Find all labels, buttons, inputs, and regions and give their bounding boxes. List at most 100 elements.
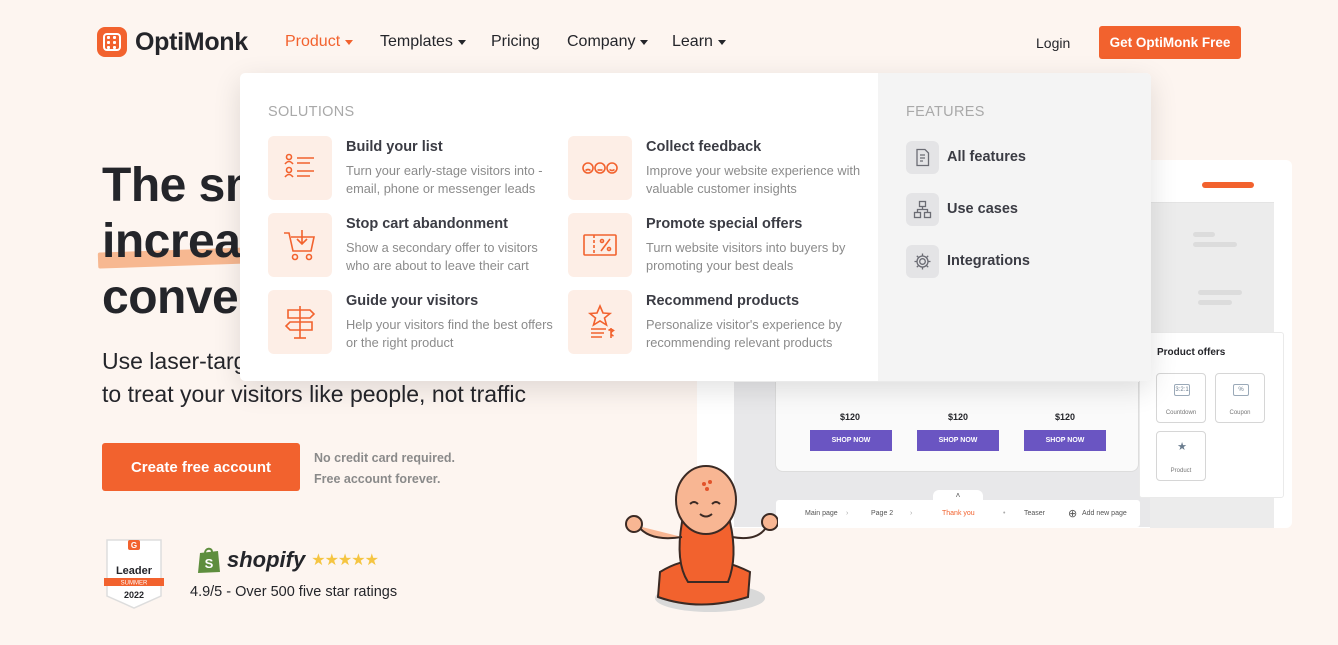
add-page-link[interactable]: Add new page	[1082, 510, 1127, 517]
gear-icon	[906, 244, 939, 278]
feedback-icon	[568, 136, 632, 200]
solution-promote-offers[interactable]: Promote special offers Turn website visi…	[568, 213, 868, 277]
product-offers-panel: Product offers 3:2:1 Countdown % Coupon …	[1139, 332, 1284, 498]
product-star-icon: ★	[1177, 441, 1187, 453]
features-heading: FEATURES	[906, 104, 985, 120]
page-tab[interactable]: Teaser	[1024, 510, 1045, 517]
feature-use-cases[interactable]: Use cases	[906, 192, 1018, 226]
coupon-icon: %	[1233, 384, 1249, 396]
create-account-button[interactable]: Create free account	[102, 443, 300, 491]
shop-now-button[interactable]: SHOP NOW	[1024, 430, 1106, 451]
star-rating: ★★★★★	[311, 552, 379, 569]
logo-text: OptiMonk	[135, 27, 248, 56]
countdown-icon: 3:2:1	[1174, 384, 1190, 396]
solution-recommend-products[interactable]: Recommend products Personalize visitor's…	[568, 290, 868, 354]
shop-now-button[interactable]: SHOP NOW	[810, 430, 892, 451]
feature-label: All features	[947, 149, 1026, 165]
solution-title: Stop cart abandonment	[346, 216, 508, 232]
offer-tile-label: Countdown	[1165, 410, 1197, 416]
nav-learn[interactable]: Learn	[672, 33, 726, 51]
solution-desc: Show a secondary offer to visitors who a…	[346, 240, 538, 273]
nav-pricing-label: Pricing	[491, 33, 540, 50]
page-tab-active[interactable]: Thank you	[942, 510, 975, 517]
solution-desc: Turn website visitors into buyers by pro…	[646, 240, 846, 273]
offer-tile-label: Coupon	[1229, 410, 1251, 416]
page-tabs-bar: Main page › Page 2 › Thank you • Teaser …	[776, 500, 1140, 527]
cta-note-line1: No credit card required.	[314, 451, 456, 465]
solution-stop-cart-abandonment[interactable]: Stop cart abandonment Show a secondary o…	[268, 213, 568, 277]
g2-leader-badge: G Leader SUMMER 2022	[104, 539, 164, 609]
chevron-right-icon: ›	[910, 510, 913, 517]
sitemap-icon	[906, 192, 939, 226]
solution-title: Promote special offers	[646, 216, 803, 232]
list-icon	[268, 136, 332, 200]
page-tab[interactable]: Page 2	[871, 510, 893, 517]
mock-line	[1193, 242, 1237, 247]
login-link[interactable]: Login	[1036, 35, 1070, 51]
monk-mascot-illustration	[625, 465, 778, 612]
offer-tile-countdown[interactable]: 3:2:1 Countdown	[1156, 373, 1206, 423]
mock-line	[1193, 232, 1215, 237]
badge-title: Leader	[116, 565, 153, 577]
feature-label: Integrations	[947, 253, 1030, 269]
nav-templates-label: Templates	[380, 33, 453, 50]
solution-title: Collect feedback	[646, 139, 762, 155]
cta-note-line2: Free account forever.	[314, 472, 441, 486]
feature-label: Use cases	[947, 201, 1018, 217]
solution-desc: Improve your website experience with val…	[646, 163, 861, 196]
nav-templates[interactable]: Templates	[380, 33, 466, 51]
chevron-down-icon	[640, 39, 649, 45]
feature-all-features[interactable]: All features	[906, 140, 1026, 174]
nav-pricing[interactable]: Pricing	[491, 33, 540, 51]
svg-text:S: S	[205, 556, 214, 571]
product-offers-title: Product offers	[1157, 347, 1226, 358]
solution-build-list[interactable]: Build your list Turn your early-stage vi…	[268, 136, 568, 200]
chevron-right-icon: ›	[846, 510, 849, 517]
rating-text: 4.9/5 - Over 500 five star ratings	[190, 584, 398, 600]
solutions-heading: SOLUTIONS	[268, 104, 355, 120]
hero-subtitle-line2: to treat your visitors like people, not …	[102, 381, 526, 407]
badge-year: 2022	[124, 590, 144, 600]
mock-line	[1198, 300, 1232, 305]
logo[interactable]: OptiMonk	[97, 27, 248, 57]
solution-desc: Help your visitors find the best offers …	[346, 317, 553, 350]
mock-line	[1198, 290, 1242, 295]
nav-company[interactable]: Company	[567, 33, 649, 51]
nav-product-label: Product	[285, 33, 341, 50]
chevron-down-icon	[457, 39, 466, 45]
solution-title: Guide your visitors	[346, 293, 479, 309]
offer-tile-product[interactable]: ★ Product	[1156, 431, 1206, 481]
product-dropdown-menu: SOLUTIONS FEATURES Build your list Turn …	[240, 73, 1151, 381]
plus-icon[interactable]: ⊕	[1068, 507, 1077, 520]
mock-product-popup	[775, 382, 1139, 472]
nav-company-label: Company	[567, 33, 636, 50]
badge-season: SUMMER	[121, 581, 148, 587]
offer-tile-coupon[interactable]: % Coupon	[1215, 373, 1265, 423]
get-free-button[interactable]: Get OptiMonk Free	[1099, 26, 1241, 59]
coupon-icon	[568, 213, 632, 277]
offer-tile-label: Product	[1170, 468, 1192, 474]
solution-guide-visitors[interactable]: Guide your visitors Help your visitors f…	[268, 290, 568, 354]
cta-note: No credit card required. Free account fo…	[314, 448, 455, 490]
solution-title: Recommend products	[646, 293, 800, 309]
nav-learn-label: Learn	[672, 33, 713, 50]
product-price: $120	[1055, 412, 1076, 422]
badge-brand: G	[131, 541, 137, 550]
shop-now-button[interactable]: SHOP NOW	[917, 430, 999, 451]
chevron-up-icon[interactable]: ˄	[933, 490, 983, 502]
solution-collect-feedback[interactable]: Collect feedback Improve your website ex…	[568, 136, 868, 200]
product-price: $120	[948, 412, 969, 422]
document-icon	[906, 140, 939, 174]
mock-topbar	[1150, 168, 1274, 203]
solution-desc: Personalize visitor's experience by reco…	[646, 317, 842, 350]
solution-desc: Turn your early-stage visitors into - em…	[346, 163, 543, 196]
shopify-wordmark: shopify	[227, 547, 306, 572]
nav-product[interactable]: Product	[285, 33, 354, 51]
chevron-down-icon	[717, 39, 726, 45]
page-tab[interactable]: Main page	[805, 510, 838, 517]
feature-integrations[interactable]: Integrations	[906, 244, 1030, 278]
logo-icon	[97, 27, 127, 57]
shopify-rating: S shopify ★★★★★	[197, 546, 379, 574]
chevron-down-icon	[345, 39, 354, 45]
dot-icon: •	[1003, 510, 1006, 517]
